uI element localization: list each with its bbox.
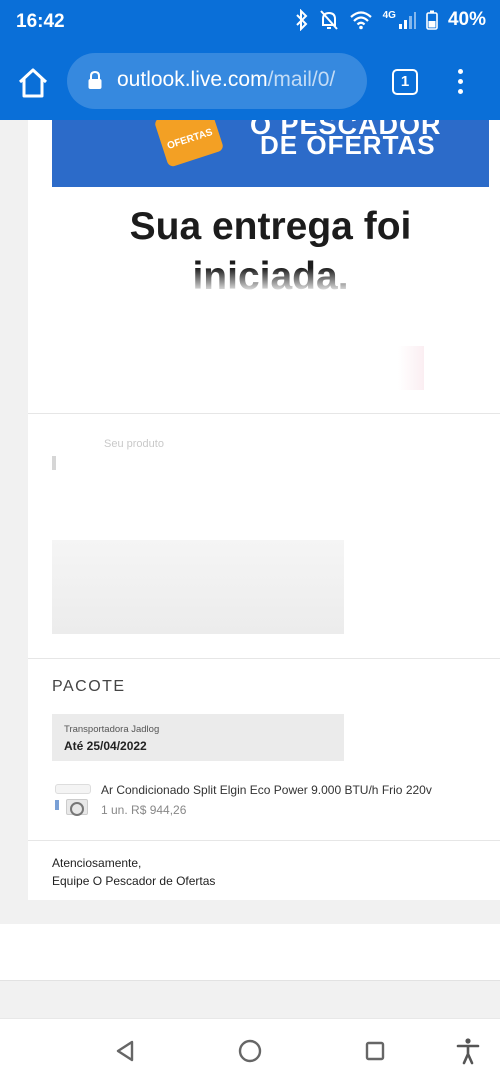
- battery-percent: 40%: [447, 9, 486, 30]
- headline-fade: [52, 268, 489, 294]
- system-nav-bar: [0, 1018, 500, 1083]
- accessibility-icon[interactable]: [454, 1037, 482, 1065]
- lock-icon: [88, 70, 102, 89]
- url-host: outlook.live.com: [117, 68, 268, 91]
- home-circle-icon[interactable]: [236, 1037, 264, 1065]
- brand-banner: OFERTAS O PESCADOR DE OFERTAS: [52, 120, 489, 187]
- wifi-icon: [349, 11, 372, 30]
- tab-switcher-button[interactable]: 1: [392, 69, 418, 95]
- recents-icon[interactable]: [361, 1037, 389, 1065]
- lower-gray-band: [0, 980, 500, 1018]
- brand-name-line2: DE OFERTAS: [260, 130, 436, 160]
- url-bar[interactable]: outlook.live.com/mail/0/: [67, 53, 367, 109]
- blurred-snippet: Seu produto: [104, 438, 164, 450]
- product-qty-price: 1 un. R$ 944,26: [101, 803, 187, 817]
- signoff-line2: Equipe O Pescador de Ofertas: [52, 874, 216, 888]
- blurred-image-block: [52, 540, 344, 634]
- home-icon[interactable]: [14, 64, 52, 102]
- network-type: 4G: [382, 9, 396, 21]
- signal-icon: [398, 12, 416, 29]
- browser-toolbar: outlook.live.com/mail/0/ 1: [0, 44, 500, 120]
- back-icon[interactable]: [112, 1037, 140, 1065]
- package-section-title: PACOTE: [52, 678, 126, 695]
- product-name[interactable]: Ar Condicionado Split Elgin Eco Power 9.…: [101, 783, 432, 797]
- carrier-box: Transportadora Jadlog Até 25/04/2022: [52, 714, 344, 761]
- status-bar: 16:42 4G 40%: [0, 0, 500, 44]
- delivery-eta: Até 25/04/2022: [64, 739, 147, 753]
- url-text: outlook.live.com/mail/0/: [117, 68, 335, 92]
- divider: [28, 413, 500, 414]
- url-path: /mail/0/: [267, 68, 336, 91]
- brand-logo-badge: OFERTAS: [153, 120, 225, 168]
- signoff: Atenciosamente, Equipe O Pescador de Ofe…: [52, 854, 215, 890]
- headline-line1: Sua entrega foi: [129, 205, 412, 248]
- status-time: 16:42: [16, 11, 65, 32]
- product-image[interactable]: [53, 782, 93, 818]
- status-icons: 4G 40%: [295, 9, 486, 31]
- blurred-image-fragment: [398, 346, 424, 390]
- mute-icon: [319, 10, 338, 30]
- divider: [28, 658, 500, 659]
- divider: [28, 840, 500, 841]
- blurred-stub: [52, 456, 56, 470]
- battery-icon: [426, 10, 438, 30]
- email-body: OFERTAS O PESCADOR DE OFERTAS Sua entreg…: [28, 120, 500, 900]
- signoff-line1: Atenciosamente,: [52, 856, 142, 870]
- carrier-name: Transportadora Jadlog: [64, 724, 160, 735]
- bluetooth-icon: [295, 9, 308, 31]
- lower-blank-band: [0, 924, 500, 980]
- more-menu-icon[interactable]: [452, 66, 468, 98]
